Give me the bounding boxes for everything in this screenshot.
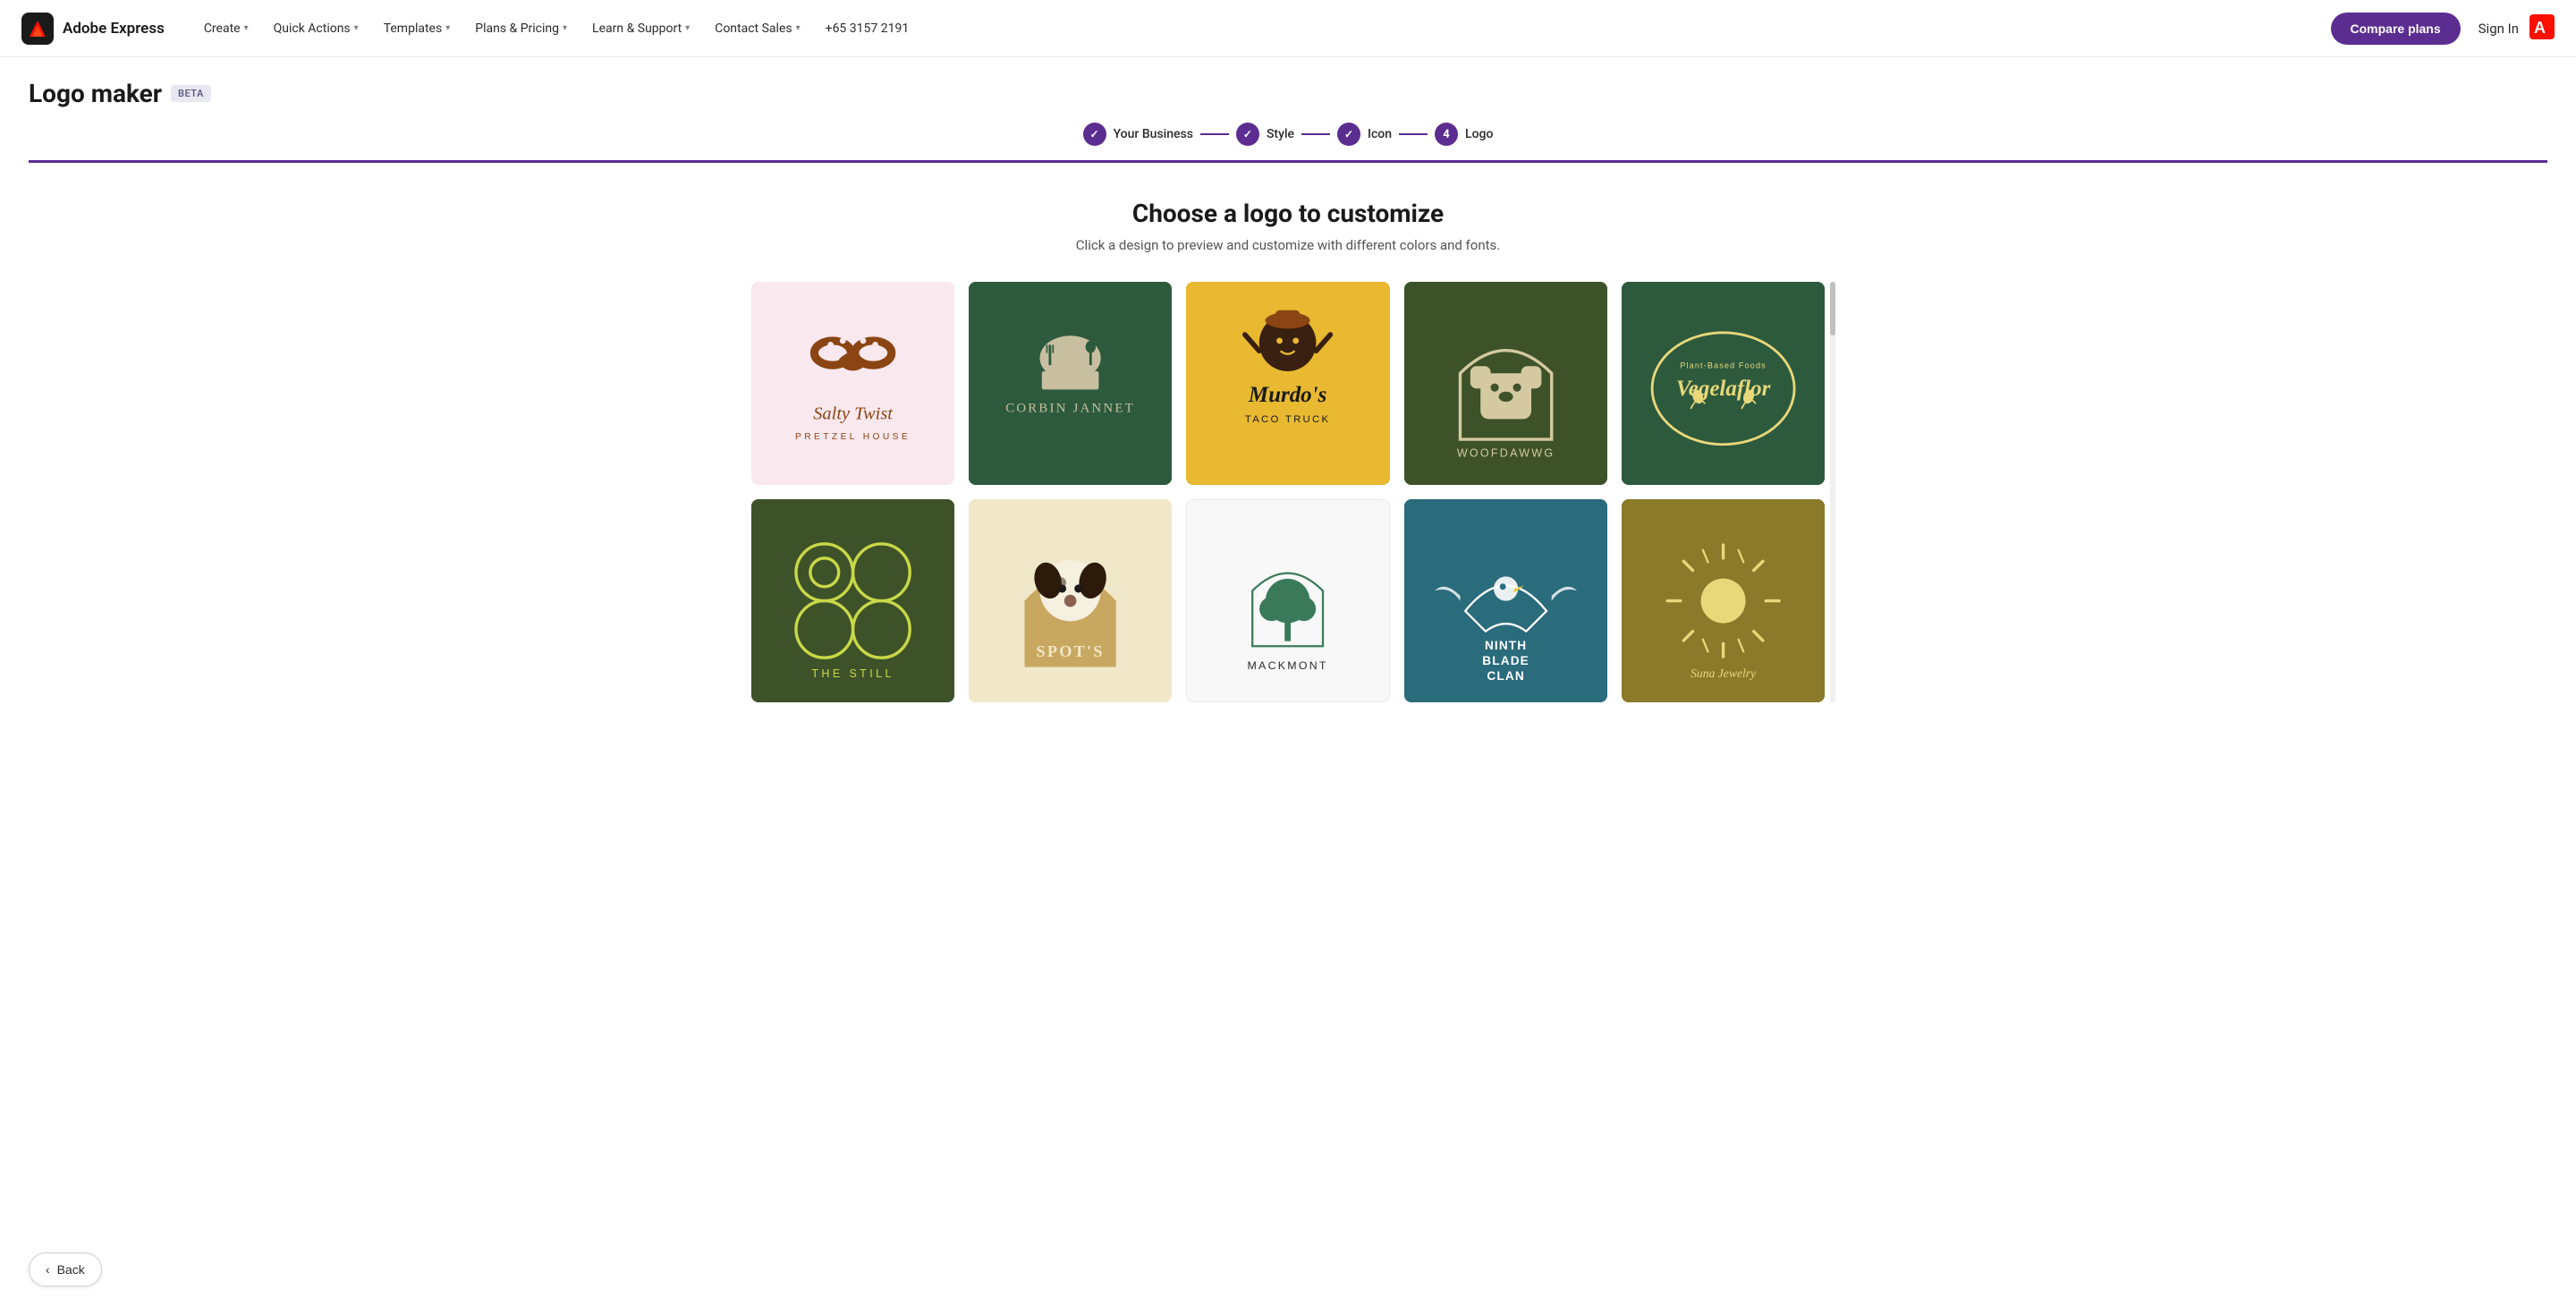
nav-contact-sales[interactable]: Contact Sales ▾ [704,14,810,43]
svg-text:Murdo's: Murdo's [1248,383,1326,407]
svg-text:Suna Jewelry: Suna Jewelry [1690,667,1757,680]
chevron-down-icon: ▾ [796,23,801,33]
step-label-1: Your Business [1114,127,1193,141]
chevron-down-icon: ▾ [354,23,359,33]
step-connector-3 [1399,133,1428,135]
nav-phone: +65 3157 2191 [826,21,910,36]
nav-create[interactable]: Create ▾ [193,14,259,43]
nav-quick-actions[interactable]: Quick Actions ▾ [263,14,369,43]
scrollbar-thumb[interactable] [1830,282,1835,335]
step-style: ✓ Style [1236,123,1294,146]
logo-card-suna-jewelry[interactable]: Suna Jewelry [1622,499,1825,702]
nav-links: Create ▾ Quick Actions ▾ Templates ▾ Pla… [193,14,2331,43]
logo-card-the-still[interactable]: THE STILL [751,499,954,702]
page-title: Logo maker [29,79,162,108]
logo-card-woofdawwg[interactable]: WOOFDAWWG [1404,282,1607,485]
logo-card-mackmont[interactable]: MACKMONT [1186,499,1389,702]
page-header: Logo maker BETA ✓ Your Business ✓ Style [0,57,2576,163]
compare-plans-button[interactable]: Compare plans [2331,13,2461,45]
step-label-3: Icon [1368,127,1392,141]
svg-text:SPOT'S: SPOT'S [1037,642,1105,660]
chevron-left-icon: ‹ [46,1262,50,1277]
step-connector-2 [1301,133,1330,135]
adobe-icon: A [2529,14,2555,43]
svg-text:Salty Twist: Salty Twist [813,403,894,423]
svg-text:Plant-Based Foods: Plant-Based Foods [1680,361,1767,370]
back-button-wrap: ‹ Back [29,1253,102,1287]
svg-text:WOOFDAWWG: WOOFDAWWG [1456,446,1554,459]
svg-text:CLAN: CLAN [1487,669,1524,683]
svg-text:MACKMONT: MACKMONT [1248,659,1328,672]
brand-icon [21,13,54,45]
step-label-4: Logo [1465,127,1493,141]
step-circle-4: 4 [1435,123,1458,146]
svg-text:THE STILL: THE STILL [811,667,894,680]
chevron-down-icon: ▾ [445,23,450,33]
section-title: Choose a logo to customize [29,199,2547,228]
brand-name: Adobe Express [63,20,165,38]
step-connector-1 [1200,133,1229,135]
chevron-down-icon: ▾ [685,23,690,33]
svg-text:BLADE: BLADE [1482,654,1530,667]
svg-text:A: A [2534,19,2546,37]
section-subtitle: Click a design to preview and customize … [29,237,2547,253]
step-label-2: Style [1267,127,1294,141]
step-your-business: ✓ Your Business [1083,123,1193,146]
page-title-wrap: Logo maker BETA [29,79,2547,108]
logo-card-murdos[interactable]: Murdo's TACO TRUCK [1186,282,1389,485]
scrollbar[interactable] [1830,282,1835,702]
sign-in-button[interactable]: Sign In [2479,21,2519,37]
back-button[interactable]: ‹ Back [29,1253,102,1287]
nav-templates[interactable]: Templates ▾ [373,14,462,43]
brand-logo[interactable]: Adobe Express [21,13,165,45]
nav-plans-pricing[interactable]: Plans & Pricing ▾ [464,14,578,43]
chevron-down-icon: ▾ [563,23,567,33]
svg-text:CORBIN JANNET: CORBIN JANNET [1005,401,1135,415]
logo-card-vegelaflor[interactable]: Plant-Based Foods Vegelaflor [1622,282,1825,485]
logo-card-corbin-jannet[interactable]: CORBIN JANNET [969,282,1172,485]
svg-text:TACO TRUCK: TACO TRUCK [1245,414,1331,425]
step-circle-3: ✓ [1337,123,1360,146]
beta-badge: BETA [171,85,211,102]
progress-steps: ✓ Your Business ✓ Style ✓ Icon [29,108,2547,146]
logo-card-salty-twist[interactable]: Salty Twist PRETZEL HOUSE [751,282,954,485]
step-icon: ✓ Icon [1337,123,1392,146]
navbar: Adobe Express Create ▾ Quick Actions ▾ T… [0,0,2576,57]
main-content: Choose a logo to customize Click a desig… [0,163,2576,731]
back-label: Back [57,1262,85,1277]
logo-grid: Salty Twist PRETZEL HOUSE [751,282,1825,702]
svg-text:NINTH: NINTH [1485,639,1527,652]
step-circle-2: ✓ [1236,123,1259,146]
logo-card-spots[interactable]: SPOT'S [969,499,1172,702]
svg-text:Vegelaflor: Vegelaflor [1676,377,1771,401]
logo-card-ninth-blade-clan[interactable]: NINTH BLADE CLAN [1404,499,1607,702]
svg-text:PRETZEL HOUSE: PRETZEL HOUSE [795,432,911,442]
step-circle-1: ✓ [1083,123,1106,146]
step-logo: 4 Logo [1435,123,1493,146]
chevron-down-icon: ▾ [244,23,249,33]
nav-learn-support[interactable]: Learn & Support ▾ [581,14,700,43]
